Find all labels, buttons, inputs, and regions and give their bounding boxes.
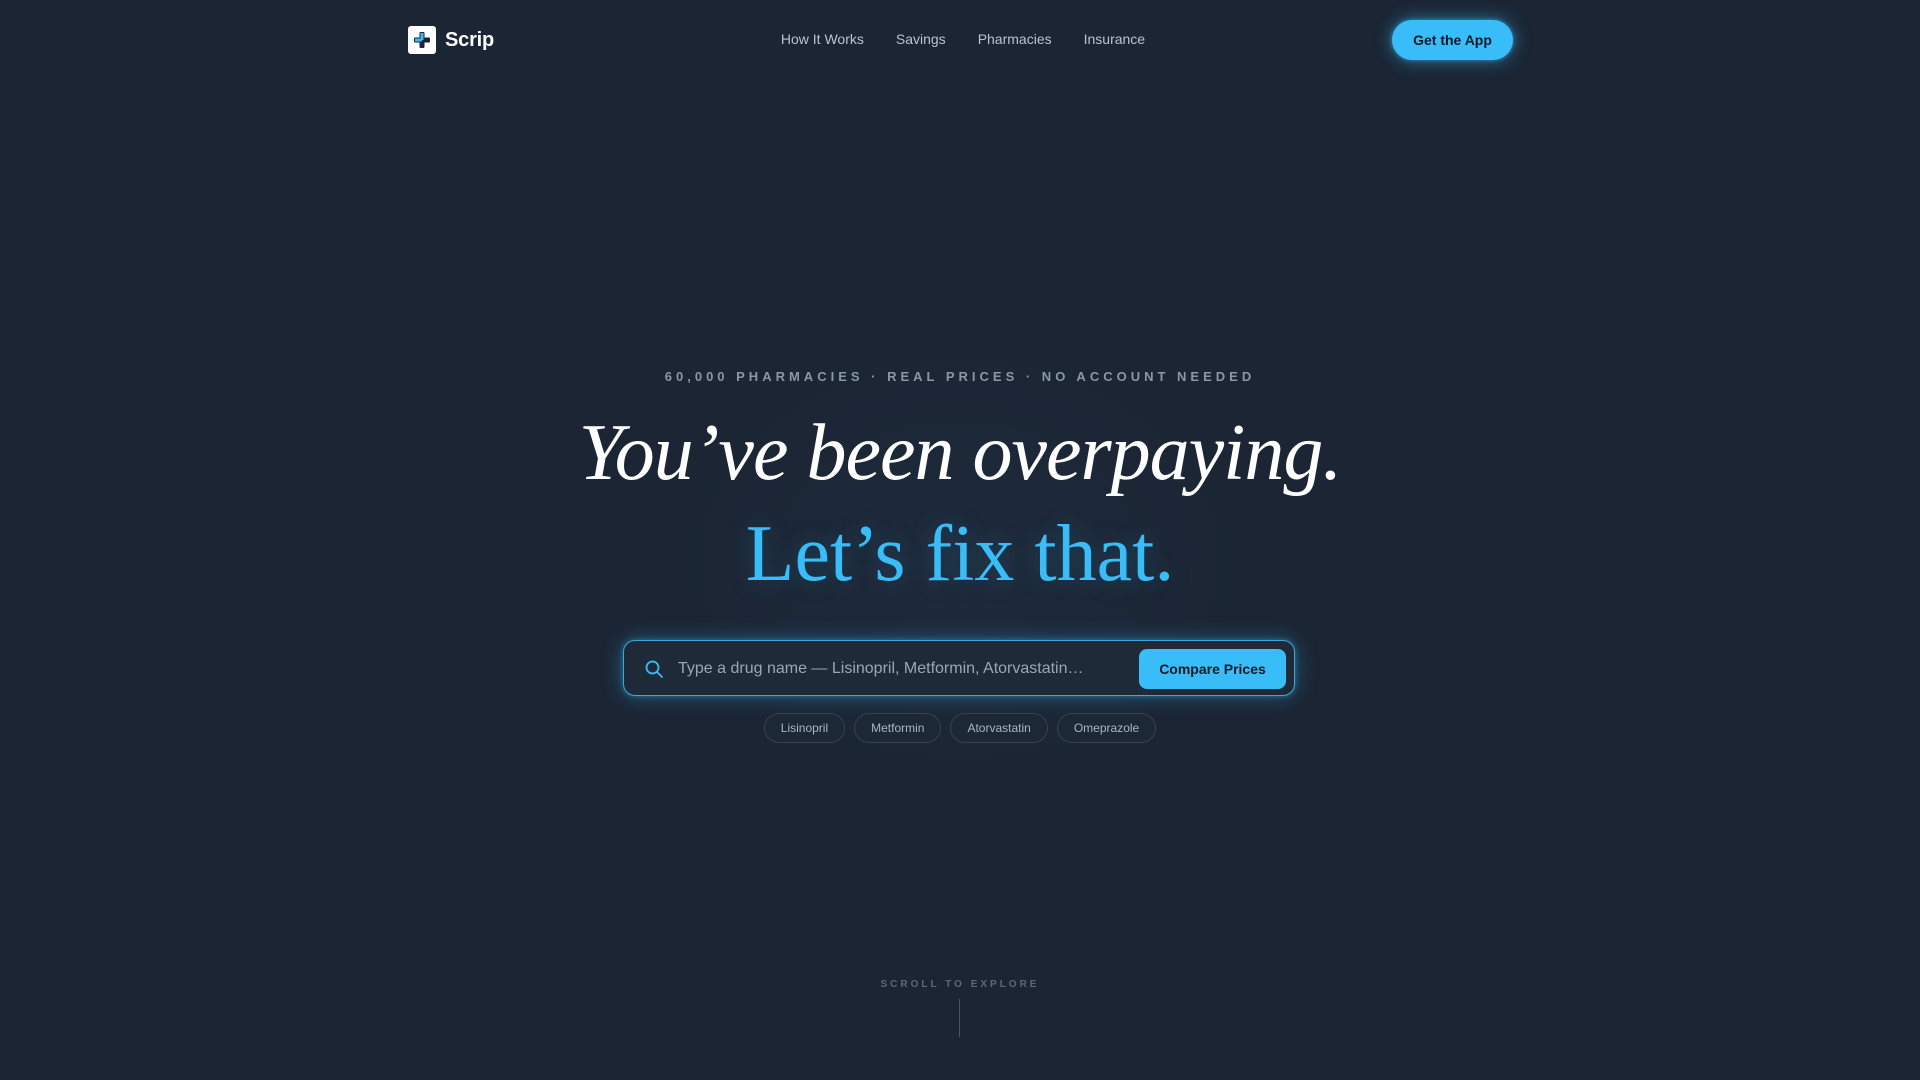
nav-link-pharmacies[interactable]: Pharmacies bbox=[978, 31, 1052, 47]
scroll-hint-line bbox=[959, 999, 960, 1037]
drug-search-input[interactable] bbox=[676, 649, 1130, 689]
hero-eyebrow: 60,000 PHARMACIES · REAL PRICES · NO ACC… bbox=[664, 369, 1256, 384]
landing-page: Scrip How It Works Savings Pharmacies In… bbox=[0, 0, 1920, 1080]
suggestion-chip-omeprazole[interactable]: Omeprazole bbox=[1056, 713, 1157, 743]
nav-links: How It Works Savings Pharmacies Insuranc… bbox=[0, 31, 1920, 47]
top-nav: Scrip How It Works Savings Pharmacies In… bbox=[0, 0, 1920, 80]
compare-prices-button[interactable]: Compare Prices bbox=[1139, 649, 1286, 689]
suggestion-chips: Lisinopril Metformin Atorvastatin Omepra… bbox=[0, 713, 1920, 743]
search-icon bbox=[644, 659, 664, 679]
drug-search-bar: Compare Prices bbox=[623, 640, 1295, 696]
nav-link-savings[interactable]: Savings bbox=[896, 31, 946, 47]
suggestion-chip-lisinopril[interactable]: Lisinopril bbox=[763, 713, 846, 743]
hero-subheadline: Let’s fix that. bbox=[745, 510, 1175, 598]
hero-headline: You’ve been overpaying. bbox=[578, 409, 1343, 497]
nav-link-insurance[interactable]: Insurance bbox=[1084, 31, 1145, 47]
get-the-app-button[interactable]: Get the App bbox=[1392, 20, 1513, 60]
suggestion-chip-atorvastatin[interactable]: Atorvastatin bbox=[950, 713, 1048, 743]
suggestion-chip-metformin[interactable]: Metformin bbox=[854, 713, 942, 743]
nav-link-how-it-works[interactable]: How It Works bbox=[781, 31, 864, 47]
scroll-hint-label: SCROLL TO EXPLORE bbox=[880, 979, 1040, 990]
